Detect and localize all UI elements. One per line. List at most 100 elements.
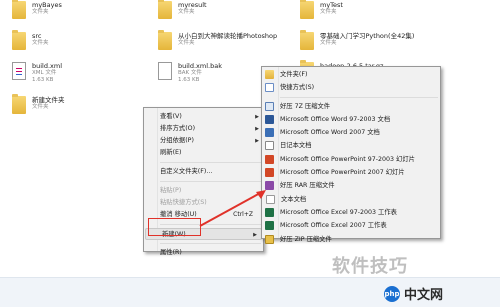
file-size: 1.63 KB [32,77,54,83]
word-icon [265,128,274,138]
submenu-item-word2007[interactable]: Microsoft Office Word 2007 文档 [262,126,440,139]
submenu-item-label: 快捷方式(S) [280,84,315,92]
menu-item-sort[interactable]: 排序方式(O) ▶ [144,123,263,135]
file-item[interactable]: 零基础入门学习Python(全42集) 文件夹 [300,30,415,50]
menu-item-group[interactable]: 分组依据(P) ▶ [144,135,263,147]
menu-item-customize[interactable]: 自定义文件夹(F)... [144,166,263,178]
submenu-item-ppt97[interactable]: Microsoft Office PowerPoint 97-2003 幻灯片 [262,153,440,166]
folder-icon [300,0,314,19]
file-name: build.xml [32,62,63,70]
file-item[interactable]: src 文件夹 [12,30,49,50]
file-type: BAK 文件 [178,70,202,76]
menu-separator [280,96,438,98]
submenu-item-label: Microsoft Office Word 97-2003 文档 [280,115,391,123]
submenu-item-zip[interactable]: 好压 ZIP 压缩文件 [262,233,440,246]
menu-item-label: 查看(V) [160,113,182,120]
submenu-item-7z[interactable]: 好压 7Z 压缩文件 [262,100,440,113]
submenu-item-shortcut[interactable]: 快捷方式(S) [262,81,440,94]
submenu-item-label: 文件夹(F) [280,71,308,78]
word-icon [265,114,274,124]
logo-text: 中文网 [404,288,444,303]
bak-file-icon [158,62,172,80]
file-item[interactable]: build.xml XML 文件 1.63 KB [12,62,62,84]
journal-icon [265,141,274,151]
submenu-item-label: 好压 RAR 压缩文件 [280,182,335,190]
file-name: myBayes [32,1,62,9]
file-name: 从小白到大神解读轮播Photoshop [178,32,278,40]
powerpoint-icon [265,154,274,164]
menu-item-label: 刷新(E) [160,149,182,156]
file-type: 文件夹 [320,9,337,15]
chevron-right-icon: ▶ [255,126,259,132]
menu-item-label: 自定义文件夹(F)... [160,168,213,175]
xml-file-icon [12,62,26,80]
folder-icon [300,30,314,50]
logo-badge: php [384,285,400,302]
submenu-item-journal[interactable]: 日记本文档 [262,139,440,152]
file-item[interactable]: myTest 文件夹 [300,0,343,19]
file-item[interactable]: build.xml.bak BAK 文件 1.63 KB [158,62,222,84]
submenu-item-excel2007[interactable]: Microsoft Office Excel 2007 工作表 [262,219,440,232]
file-type: 文件夹 [32,104,49,110]
submenu-item-excel97[interactable]: Microsoft Office Excel 97-2003 工作表 [262,206,440,219]
menu-separator [160,243,261,244]
chevron-right-icon: ▶ [255,114,259,120]
menu-separator [160,181,261,182]
folder-icon [12,94,26,114]
file-type: 文件夹 [32,40,49,46]
folder-icon [12,0,26,19]
menu-item-view[interactable]: 查看(V) ▶ [144,111,263,123]
file-type: XML 文件 [32,70,57,76]
file-item[interactable]: myBayes 文件夹 [12,0,62,19]
submenu-item-label: 好压 7Z 压缩文件 [280,102,331,110]
annotation-arrow-line [199,191,263,227]
site-logo: php 中文网 [384,284,443,303]
submenu-item-text-document[interactable]: 文本文档 [263,193,439,206]
file-type: 文件夹 [32,9,49,15]
file-name: build.xml.bak [178,62,222,70]
submenu-item-label: 文本文档 [281,195,307,203]
submenu-item-folder[interactable]: 文件夹(F) [262,68,440,81]
menu-item-label: 属性(R) [160,249,182,256]
watermark-text: 软件技巧 [332,256,408,277]
powerpoint-icon [265,168,274,178]
folder-icon [158,30,172,50]
menu-item-label: 撤消 移动(U) [160,211,197,218]
submenu-item-label: 日记本文档 [280,142,312,150]
folder-icon [158,0,172,19]
file-type: 文件夹 [178,9,195,15]
chevron-right-icon: ▶ [255,138,259,144]
file-item[interactable]: 新建文件夹 文件夹 [12,94,65,114]
submenu-item-word97[interactable]: Microsoft Office Word 97-2003 文档 [262,113,440,126]
menu-separator [160,162,261,163]
file-name: 零基础入门学习Python(全42集) [320,32,415,40]
file-name: myresult [178,1,207,9]
folder-icon [265,70,274,79]
annotation-box-new [148,218,201,236]
menu-item-label: 粘贴(P) [160,187,182,194]
new-submenu: 文件夹(F) 快捷方式(S) 好压 7Z 压缩文件 Microsoft Offi… [261,66,441,244]
submenu-item-label: Microsoft Office PowerPoint 2007 幻灯片 [280,169,405,177]
file-size: 1.63 KB [178,77,200,83]
submenu-item-label: Microsoft Office PowerPoint 97-2003 幻灯片 [280,155,415,163]
shortcut-icon [265,83,274,93]
submenu-item-label: 好压 ZIP 压缩文件 [280,235,332,243]
submenu-item-ppt2007[interactable]: Microsoft Office PowerPoint 2007 幻灯片 [262,166,440,179]
menu-item-refresh[interactable]: 刷新(E) [144,147,263,159]
menu-item-label: 排序方式(O) [160,125,196,132]
file-type: 文件夹 [178,40,195,46]
menu-item-label: 分组依据(P) [160,137,194,144]
7z-archive-icon [265,101,274,111]
file-item[interactable]: myresult 文件夹 [158,0,207,19]
zip-archive-icon [265,234,274,244]
file-name: myTest [320,1,343,9]
folder-icon [12,30,26,50]
file-type: 文件夹 [320,40,337,46]
file-name: src [32,32,42,40]
menu-item-properties[interactable]: 属性(R) [144,247,263,259]
submenu-item-label: Microsoft Office Word 2007 文档 [280,129,380,137]
annotation-arrow [199,190,266,227]
file-item[interactable]: 从小白到大神解读轮播Photoshop 文件夹 [158,30,278,50]
submenu-item-label: Microsoft Office Excel 97-2003 工作表 [280,208,397,216]
submenu-item-rar[interactable]: 好压 RAR 压缩文件 [262,179,440,192]
